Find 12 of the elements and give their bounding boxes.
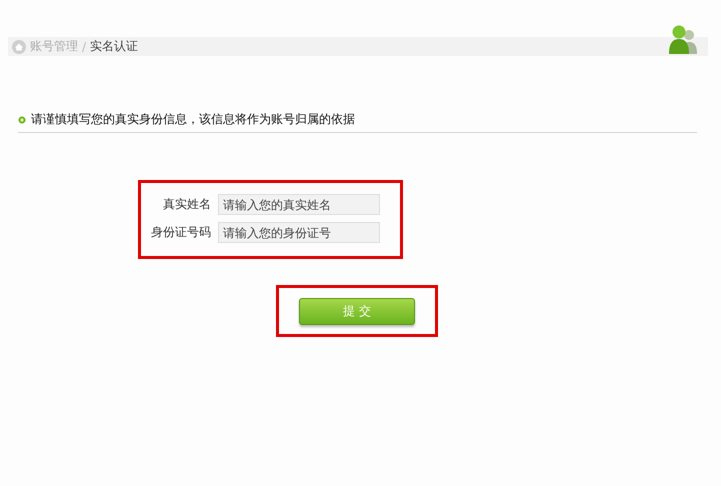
home-icon[interactable] (12, 40, 26, 54)
bullet-icon (18, 116, 26, 124)
input-field[interactable]: 请输入您的身份证号 (218, 222, 380, 243)
users-icon (668, 25, 698, 56)
field-label: 真实姓名 (162, 196, 211, 213)
breadcrumb-separator: / (82, 40, 86, 54)
breadcrumb-item[interactable]: 账号管理 (30, 38, 78, 55)
input-field[interactable]: 请输入您的真实姓名 (218, 194, 380, 215)
submit-button[interactable]: 提 交 (299, 298, 415, 324)
field-label: 身份证号码 (150, 224, 211, 241)
notice-text: 请谨慎填写您的真实身份信息，该信息将作为账号归属的依据 (31, 111, 355, 128)
breadcrumb-item: 实名认证 (90, 38, 138, 55)
